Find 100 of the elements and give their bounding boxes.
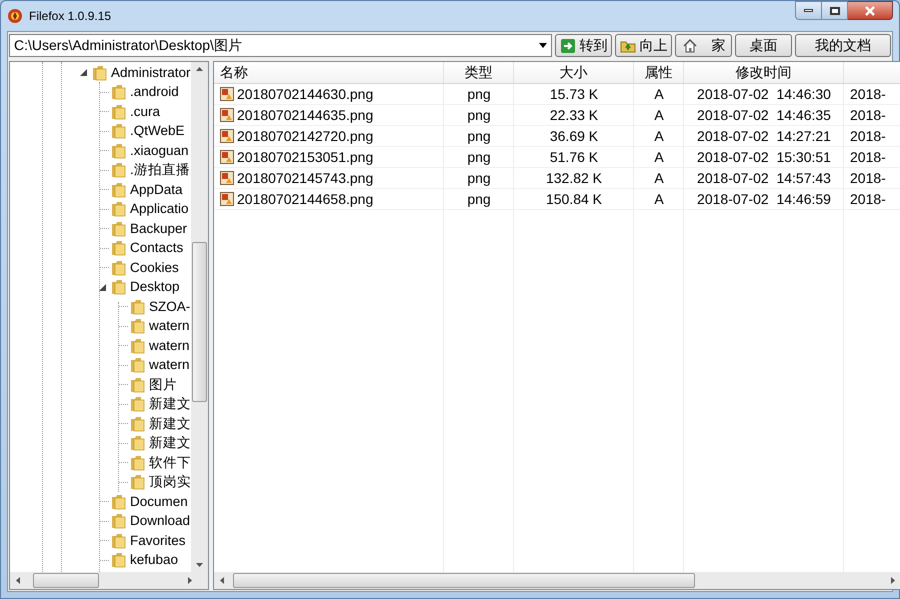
- tree-item[interactable]: watern: [149, 355, 190, 376]
- tree-item[interactable]: 顶岗实: [149, 472, 191, 492]
- image-file-icon: [220, 129, 234, 143]
- table-cell-text: 2018-07-02 15:30:51: [697, 148, 831, 166]
- table-cell-text: png: [467, 168, 491, 188]
- toolbar-button[interactable]: 桌面: [735, 34, 792, 57]
- file-name[interactable]: 20180702145743.png: [237, 168, 374, 188]
- tree-item[interactable]: 新建文: [149, 433, 191, 454]
- vertical-scrollbar[interactable]: [191, 62, 208, 572]
- minimize-button[interactable]: [795, 1, 822, 20]
- table-cell-text: 2018-: [850, 168, 886, 188]
- toolbar-button[interactable]: 转到: [555, 34, 612, 57]
- tree-item[interactable]: kefubao: [130, 550, 178, 570]
- table-cell-text: 132.82 K: [546, 168, 602, 188]
- folder-icon: [111, 532, 126, 549]
- tree-item[interactable]: Download: [130, 511, 190, 532]
- file-name[interactable]: 20180702144635.png: [237, 104, 374, 126]
- window-title: Filefox 1.0.9.15: [29, 8, 112, 25]
- folder-icon: [130, 318, 145, 334]
- file-name[interactable]: 20180702153051.png: [237, 146, 374, 168]
- tree-item[interactable]: 新建文: [149, 414, 191, 434]
- column-header[interactable]: 大小: [560, 62, 588, 83]
- tree-item[interactable]: Administrator: [111, 62, 191, 83]
- image-file-icon: [220, 108, 234, 122]
- tree-item[interactable]: 新建文: [149, 394, 191, 414]
- table-cell-text: 36.69 K: [550, 126, 598, 146]
- tree-item[interactable]: .游拍直播: [130, 160, 190, 180]
- file-name[interactable]: 20180702144630.png: [237, 84, 374, 104]
- toolbar-button[interactable]: 向上: [615, 34, 672, 57]
- table-cell-text: A: [654, 148, 664, 166]
- tree-item[interactable]: Backuper: [130, 218, 188, 239]
- folder-icon: [111, 182, 126, 198]
- folder-icon: [130, 357, 145, 374]
- image-file-icon: [220, 192, 234, 206]
- column-header[interactable]: 修改时间: [736, 62, 792, 83]
- folder-icon: [111, 84, 126, 100]
- table-cell-text: 51.76 K: [550, 148, 598, 166]
- folder-icon: [130, 454, 145, 471]
- folder-icon: [111, 494, 126, 510]
- file-name[interactable]: 20180702144658.png: [237, 188, 374, 210]
- tree-item[interactable]: Favorites: [130, 530, 186, 551]
- table-cell-text: 2018-: [850, 106, 886, 124]
- table-cell-text: 2018-07-02 14:46:59: [697, 190, 831, 208]
- tree-item[interactable]: Applicatio: [130, 199, 189, 220]
- table-cell-text: 2018-: [850, 126, 886, 146]
- folder-icon: [111, 513, 126, 530]
- image-file-icon: [220, 87, 234, 101]
- table-cell-text: 22.33 K: [550, 106, 598, 124]
- tree-item[interactable]: .cura: [130, 102, 160, 122]
- column-header[interactable]: 名称: [220, 62, 248, 83]
- table-cell-text: 15.73 K: [550, 84, 598, 104]
- tree-item[interactable]: Contacts: [130, 238, 184, 258]
- column-header[interactable]: 属性: [644, 62, 672, 83]
- file-name[interactable]: 20180702142720.png: [237, 126, 374, 146]
- folder-icon: [111, 162, 126, 178]
- tree-item[interactable]: watern: [149, 336, 190, 356]
- path-field[interactable]: C:\Users\Administrator\Desktop\图片: [9, 34, 552, 57]
- toolbar-button[interactable]: 家: [675, 34, 732, 57]
- tree-item[interactable]: Desktop: [130, 277, 180, 298]
- tree-item[interactable]: Cookies: [130, 258, 179, 278]
- folder-icon: [111, 220, 126, 237]
- column-header[interactable]: 类型: [464, 62, 492, 83]
- table-cell-text: 2018-07-02 14:46:30: [697, 84, 831, 104]
- tree-item[interactable]: Documen: [130, 492, 188, 512]
- close-icon: [864, 6, 876, 16]
- folder-icon: [130, 416, 145, 432]
- tree-item[interactable]: 图片: [149, 374, 177, 395]
- expanded-arrow-icon[interactable]: [80, 69, 87, 76]
- folder-icon: [111, 552, 126, 568]
- tree-item[interactable]: watern: [149, 316, 190, 336]
- folder-icon: [111, 142, 126, 159]
- horizontal-scrollbar[interactable]: [10, 572, 208, 589]
- expanded-arrow-icon[interactable]: [99, 284, 106, 291]
- folder-icon: [111, 260, 126, 276]
- tree-item[interactable]: .QtWebE: [130, 121, 185, 142]
- toolbar-button[interactable]: 我的文档: [795, 34, 891, 57]
- table-cell-text: png: [467, 126, 491, 146]
- tree-item[interactable]: SZOA-: [149, 296, 190, 317]
- maximize-button[interactable]: [822, 1, 848, 20]
- table-cell-text: png: [467, 106, 491, 125]
- table-cell-text: A: [654, 190, 664, 208]
- table-cell-text: A: [654, 84, 664, 104]
- folder-icon: [111, 279, 126, 296]
- folder-icon: [130, 338, 145, 354]
- tree-item[interactable]: AppData: [130, 180, 183, 200]
- arrow-right-icon: [560, 38, 576, 54]
- folder-icon: [111, 201, 126, 218]
- table-cell-text: png: [467, 84, 491, 104]
- table-cell-text: 2018-: [850, 84, 886, 104]
- tree-item[interactable]: .android: [130, 82, 179, 102]
- app-logo-icon: [7, 8, 23, 24]
- tree-item[interactable]: .xiaoguan: [130, 140, 189, 161]
- table-cell-text: 150.84 K: [546, 190, 602, 208]
- folder-icon: [111, 240, 126, 256]
- table-cell-text: png: [467, 190, 491, 209]
- table-cell-text: A: [654, 168, 664, 188]
- horizontal-scrollbar[interactable]: [214, 572, 900, 589]
- tree-item[interactable]: 软件下: [149, 452, 191, 473]
- dropdown-arrow-icon[interactable]: [539, 43, 547, 48]
- close-button[interactable]: [848, 1, 893, 20]
